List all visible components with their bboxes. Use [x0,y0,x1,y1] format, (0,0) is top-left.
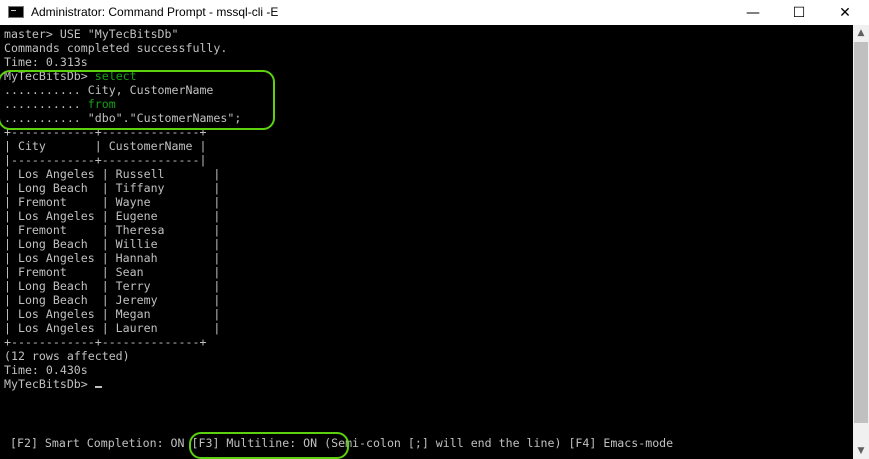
final-prompt-line[interactable]: MyTecBitsDb> [4,377,102,391]
maximize-button[interactable]: ☐ [776,0,822,25]
scroll-down-arrow-icon[interactable]: ▼ [853,443,869,459]
query-highlight-ring [0,70,275,130]
minimize-button[interactable]: — [730,0,776,25]
multiline-highlight-ring [189,432,349,459]
table-row: | Long Beach | Terry | [4,279,221,293]
cmd-console-icon [8,6,24,18]
table-row: | Long Beach | Willie | [4,237,221,251]
use-result-line: Commands completed successfully. [4,41,228,55]
semicolon-hint: (Semi-colon [;] will end the line) [324,436,562,450]
table-row: | Los Angeles | Eugene | [4,209,221,223]
scroll-up-arrow-icon[interactable]: ▲ [853,25,869,41]
use-time-line: Time: 0.313s [4,55,88,69]
table-row: | Los Angeles | Lauren | [4,321,221,335]
table-row: | Los Angeles | Hannah | [4,251,221,265]
vertical-scrollbar[interactable]: ▲ ▼ [853,25,869,459]
table-row: | Fremont | Theresa | [4,223,221,237]
table-bottom-border: +------------+--------------+ [4,335,207,349]
table-row: | Los Angeles | Megan | [4,307,221,321]
console-output[interactable]: master> USE "MyTecBitsDb" Commands compl… [0,25,853,459]
rows-affected-line: (12 rows affected) [4,349,130,363]
table-header-separator: |------------+--------------| [4,153,207,167]
table-row: | Fremont | Sean | [4,265,221,279]
table-row: | Fremont | Wayne | [4,195,221,209]
smart-completion-status: [F2] Smart Completion: ON [10,436,185,450]
text-cursor [94,386,102,388]
use-command-line: master> USE "MyTecBitsDb" [4,27,179,41]
table-header: | City | CustomerName | [4,139,207,153]
scrollbar-thumb[interactable] [854,42,868,423]
table-row: | Los Angeles | Russell | [4,167,221,181]
query-time-line: Time: 0.430s [4,363,88,377]
close-button[interactable]: ✕ [822,0,868,25]
final-prompt: MyTecBitsDb> [4,377,88,391]
emacs-mode-status: [F4] Emacs-mode [568,436,674,450]
title-bar: Administrator: Command Prompt - mssql-cl… [0,0,869,25]
table-row: | Long Beach | Tiffany | [4,181,221,195]
window-title: Administrator: Command Prompt - mssql-cl… [31,5,279,19]
table-row: | Long Beach | Jeremy | [4,293,221,307]
